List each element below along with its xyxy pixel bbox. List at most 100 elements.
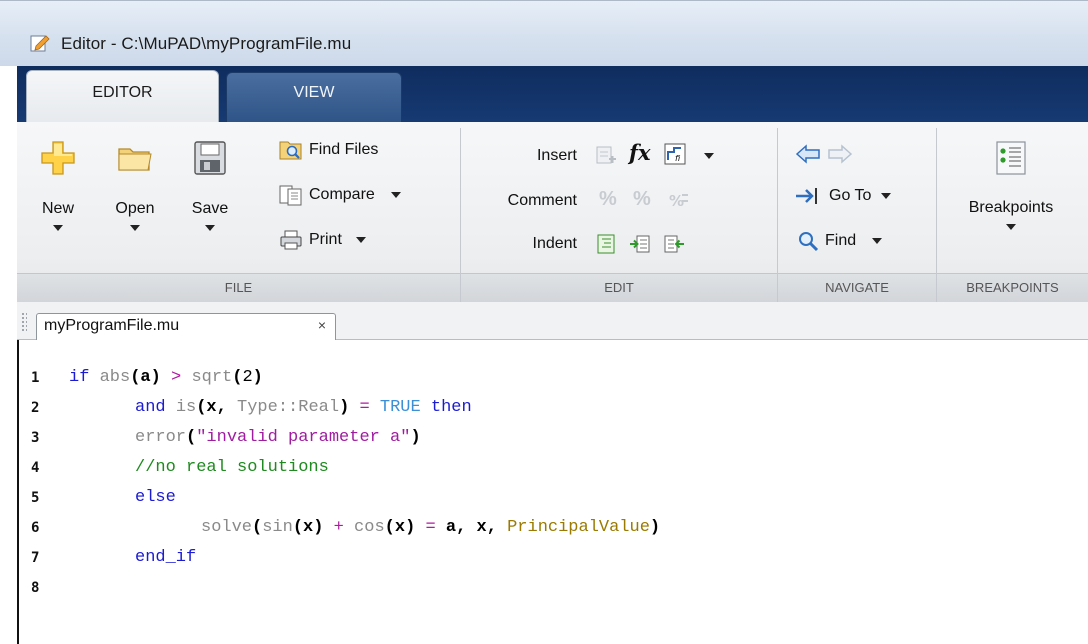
- save-disk-icon: [194, 141, 226, 175]
- insert-label: Insert: [536, 147, 577, 164]
- code-line: 8: [19, 572, 1088, 602]
- line-number: 8: [31, 580, 40, 596]
- back-arrow-icon[interactable]: [795, 143, 821, 165]
- token: (: [130, 368, 141, 387]
- open-label: Open: [115, 200, 155, 217]
- print-button[interactable]: Print: [279, 229, 366, 251]
- code-text: if abs(a) > sqrt(2): [69, 368, 263, 387]
- fx-icon: fx: [629, 140, 651, 165]
- code-line: 4 //no real solutions: [19, 452, 1088, 482]
- go-to-icon: [796, 188, 817, 204]
- folder-icon: [118, 148, 152, 171]
- token: cos: [354, 518, 385, 537]
- increase-indent-icon[interactable]: [629, 233, 651, 255]
- svg-text:%: %: [669, 192, 684, 210]
- new-plus-icon: [41, 141, 75, 175]
- token: sqrt: [191, 368, 233, 387]
- line-number: 6: [31, 520, 40, 536]
- label-separator-1: [460, 273, 461, 302]
- breakpoints-group-label: BREAKPOINTS: [966, 280, 1059, 295]
- wrap-comments-icon[interactable]: %: [667, 189, 689, 211]
- print-dropdown-icon: [355, 237, 366, 243]
- line-number: 2: [31, 400, 40, 416]
- find-files-icon: [279, 141, 302, 160]
- breakpoints-button[interactable]: Breakpoints: [945, 140, 1077, 235]
- token: (: [196, 398, 207, 417]
- save-button[interactable]: Save: [187, 140, 233, 236]
- code-line: 6 solve(sin(x) + cos(x) = a, x, Principa…: [19, 512, 1088, 542]
- uncomment-icon[interactable]: %: [633, 188, 651, 211]
- token: is: [175, 398, 197, 417]
- line-number: 4: [31, 460, 40, 476]
- new-button[interactable]: New: [35, 140, 81, 236]
- token: (: [252, 518, 263, 537]
- token: ): [339, 398, 350, 417]
- line-number: 1: [31, 370, 40, 386]
- tab-view[interactable]: VIEW: [226, 72, 402, 122]
- comment-label: Comment: [507, 192, 577, 209]
- new-dropdown-icon: [53, 225, 63, 231]
- code-comment: //no real solutions: [135, 458, 329, 477]
- open-button[interactable]: Open: [109, 140, 161, 236]
- find-dropdown-icon: [872, 238, 883, 244]
- token: a: [445, 518, 457, 537]
- code-line: 3 error("invalid parameter a"): [19, 422, 1088, 452]
- line-number: 5: [31, 490, 40, 506]
- print-label: Print: [309, 231, 342, 248]
- token: a: [140, 368, 151, 387]
- insert-function-button[interactable]: fx: [629, 140, 651, 165]
- token: TRUE: [379, 398, 421, 417]
- forward-arrow-icon[interactable]: [827, 143, 853, 165]
- insert-text-icon[interactable]: fi: [664, 143, 686, 165]
- token: then: [430, 398, 472, 417]
- token: solve: [201, 518, 253, 537]
- line-number: 7: [31, 550, 40, 566]
- svg-text:fi: fi: [675, 154, 681, 163]
- line-number: 3: [31, 430, 40, 446]
- tab-editor-label: EDITOR: [92, 84, 153, 101]
- token: ): [405, 518, 416, 537]
- compare-button[interactable]: Compare: [279, 184, 401, 206]
- code-keyword: end_if: [135, 548, 197, 567]
- find-button[interactable]: Find: [797, 230, 883, 252]
- token: =: [359, 398, 370, 417]
- token: (: [232, 368, 243, 387]
- find-label: Find: [825, 232, 857, 249]
- smart-indent-icon[interactable]: [595, 233, 617, 255]
- drag-grip-icon[interactable]: [21, 312, 27, 332]
- indent-label: Indent: [532, 235, 577, 252]
- close-tab-icon[interactable]: ×: [318, 317, 326, 333]
- breakpoints-dropdown-icon: [1006, 224, 1016, 230]
- token: x: [206, 398, 217, 417]
- file-group-label: FILE: [224, 280, 253, 295]
- go-to-dropdown-icon: [881, 193, 892, 199]
- go-to-button[interactable]: Go To: [795, 185, 892, 207]
- document-tab[interactable]: myProgramFile.mu ×: [36, 313, 336, 341]
- token: (: [384, 518, 395, 537]
- window-title: Editor - C:\MuPAD\myProgramFile.mu: [61, 34, 352, 53]
- ribbon: New Open Save Find Files Compare Print I…: [17, 122, 1088, 302]
- find-files-label: Find Files: [309, 141, 379, 158]
- magnifier-icon: [799, 232, 819, 252]
- token: ,: [456, 518, 467, 537]
- token: x: [476, 518, 487, 537]
- decrease-indent-icon[interactable]: [663, 233, 685, 255]
- token: (: [186, 428, 197, 447]
- token: =: [425, 518, 436, 537]
- code-line: 1 if abs(a) > sqrt(2): [19, 362, 1088, 392]
- comment-icon[interactable]: %: [599, 188, 617, 211]
- find-files-button[interactable]: Find Files: [279, 139, 378, 161]
- token: if: [69, 368, 90, 387]
- code-line: 2 and is(x, Type::Real) = TRUE then: [19, 392, 1088, 422]
- go-to-label: Go To: [829, 187, 872, 204]
- code-line: 7 end_if: [19, 542, 1088, 572]
- code-editor[interactable]: 1 if abs(a) > sqrt(2) 2 and is(x, Type::…: [17, 340, 1088, 644]
- insert-section-icon[interactable]: [595, 144, 617, 166]
- token: (: [292, 518, 304, 537]
- ribbon-tab-strip: EDITOR VIEW: [17, 66, 1088, 126]
- token: Type::Real: [237, 398, 340, 417]
- tab-editor[interactable]: EDITOR: [26, 70, 219, 126]
- token: error: [135, 428, 187, 447]
- insert-dropdown-icon[interactable]: [704, 153, 714, 159]
- token: ): [313, 518, 324, 537]
